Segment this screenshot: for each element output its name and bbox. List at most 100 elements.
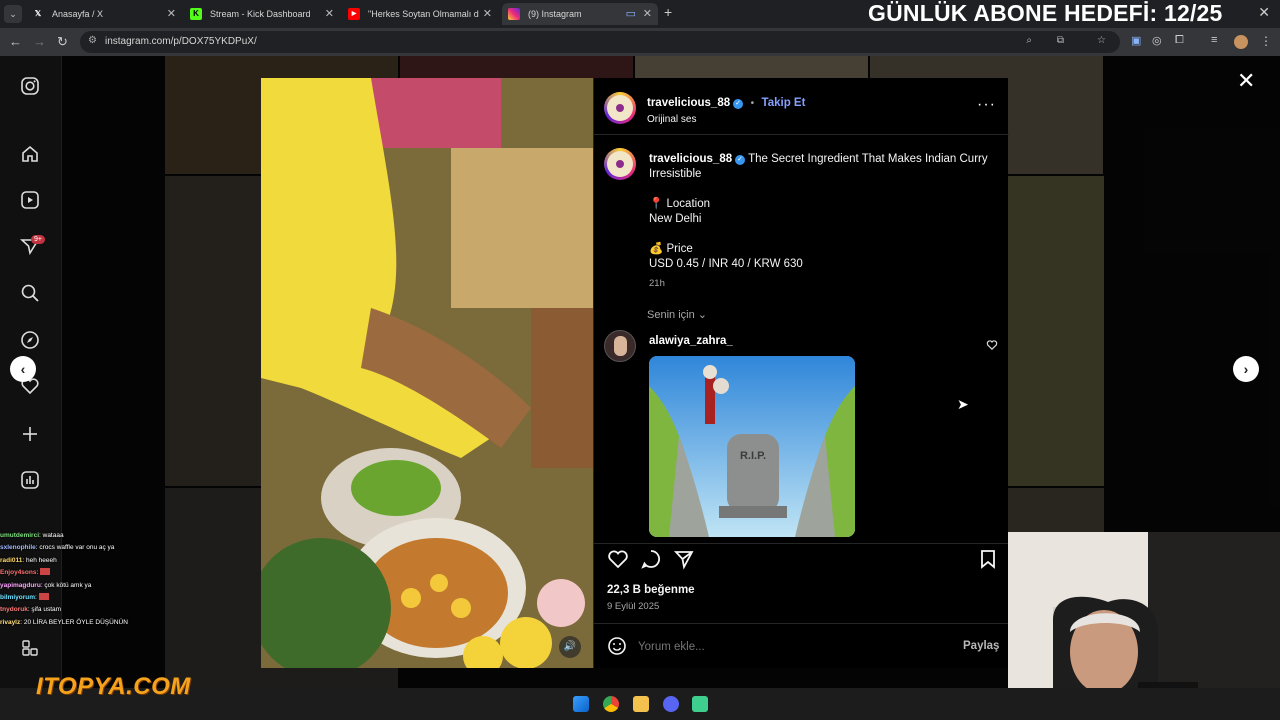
caption-timestamp: 21h bbox=[649, 278, 665, 289]
post-video[interactable] bbox=[261, 78, 593, 668]
tab-x[interactable]: 𝕏 Anasayfa / X ✕ bbox=[26, 3, 182, 25]
tab-label: "Herkes Soytan Olmamalı d bbox=[368, 9, 479, 19]
emote-icon bbox=[40, 568, 51, 576]
tab-instagram[interactable]: (9) Instagram ▭ ✕ bbox=[502, 3, 658, 25]
reload-icon[interactable]: ↻ bbox=[57, 34, 68, 50]
location-value: New Delhi bbox=[649, 213, 702, 225]
comment-like-icon[interactable] bbox=[986, 338, 998, 356]
url-field[interactable]: ⚙ instagram.com/p/DOX75YKDPuX/ ⌕ ⧉ ☆ bbox=[80, 31, 1120, 53]
explore-icon[interactable] bbox=[19, 330, 41, 352]
back-icon[interactable]: ← bbox=[9, 34, 22, 49]
chrome-icon[interactable] bbox=[603, 696, 619, 712]
emote-icon bbox=[38, 593, 49, 601]
chat-line: radi011: heh heeeh bbox=[0, 556, 57, 564]
instagram-logo-icon bbox=[508, 8, 520, 20]
post-comment-button[interactable]: Paylaş bbox=[963, 640, 999, 652]
site-info-icon[interactable]: ⚙ bbox=[88, 35, 97, 46]
search-icon[interactable] bbox=[19, 283, 41, 305]
forward-icon[interactable]: → bbox=[33, 34, 46, 49]
chat-line: rivaylz: 20 LİRA BEYLER ÖYLE DÜŞÜNÜN bbox=[0, 618, 128, 626]
comment-bubble-icon[interactable] bbox=[640, 548, 662, 570]
reels-icon[interactable] bbox=[19, 190, 41, 212]
address-bar-row: ← → ↻ ⚙ instagram.com/p/DOX75YKDPuX/ ⌕ ⧉… bbox=[0, 28, 1280, 56]
caption: travelicious_88 ✓ The Secret Ingredient T… bbox=[649, 152, 994, 291]
sponsor-logo: ITOPYA.COM bbox=[36, 673, 191, 700]
chat-line: sxlenophile: crocs waffle var onu aç ya bbox=[0, 544, 115, 552]
location-label: 📍 Location bbox=[649, 198, 710, 210]
stream-chat-overlay: umutdemirci: wataaa sxlenophile: crocs w… bbox=[0, 530, 170, 629]
extension-icon[interactable]: ▣ bbox=[1131, 34, 1141, 47]
chevron-down-icon: ⌄ bbox=[697, 309, 707, 321]
close-modal-icon[interactable]: ✕ bbox=[1237, 68, 1255, 94]
window-close-icon[interactable]: ✕ bbox=[1258, 4, 1270, 21]
cast-icon: ▭ bbox=[625, 8, 636, 20]
home-icon[interactable] bbox=[19, 144, 41, 166]
app-icon[interactable] bbox=[692, 696, 708, 712]
next-post-button[interactable]: › bbox=[1233, 356, 1259, 382]
menu-kebab-icon[interactable]: ⋮ bbox=[1260, 34, 1272, 48]
file-explorer-icon[interactable] bbox=[633, 696, 649, 712]
verified-badge-icon: ✓ bbox=[733, 99, 744, 109]
divider bbox=[594, 543, 1009, 544]
comment-input[interactable] bbox=[638, 638, 938, 656]
emoji-icon[interactable] bbox=[607, 636, 627, 661]
comment-username[interactable]: alawiya_zahra_ bbox=[649, 335, 733, 347]
windows-start-icon[interactable] bbox=[573, 696, 589, 712]
comment-filter-label: Senin için bbox=[647, 309, 695, 321]
extension-icon-2[interactable]: ◎ bbox=[1152, 34, 1162, 47]
author-username[interactable]: travelicious_88 bbox=[647, 97, 730, 109]
comment-image[interactable]: R.I.P. bbox=[649, 356, 855, 537]
puzzle-icon[interactable]: ⧠ bbox=[1175, 34, 1184, 47]
dashboard-icon[interactable] bbox=[19, 470, 41, 492]
url-text: instagram.com/p/DOX75YKDPuX/ bbox=[105, 36, 257, 47]
save-bookmark-icon[interactable] bbox=[977, 548, 999, 570]
like-count[interactable]: 22,3 B beğenme bbox=[607, 584, 695, 596]
subscriber-goal-overlay: GÜNLÜK ABONE HEDEFİ: 12/25 bbox=[868, 0, 1223, 26]
post-header: travelicious_88 ✓ • Takip Et Orijinal ses bbox=[647, 97, 806, 125]
close-tab-icon[interactable]: ✕ bbox=[325, 3, 334, 25]
mouse-cursor: ➤ bbox=[957, 396, 969, 412]
media-icon[interactable]: ≡ bbox=[1211, 34, 1217, 46]
audio-label[interactable]: Orijinal ses bbox=[647, 114, 805, 125]
tab-label: Anasayfa / X bbox=[52, 9, 104, 19]
tab-label: Stream - Kick Dashboard bbox=[210, 9, 311, 19]
author-avatar[interactable] bbox=[604, 92, 636, 124]
comment-filter-dropdown[interactable]: Senin için ⌄ bbox=[647, 308, 707, 321]
close-tab-icon[interactable]: ✕ bbox=[643, 3, 652, 25]
chat-line: bilmiyorum: bbox=[0, 592, 170, 604]
commenter-avatar[interactable] bbox=[604, 330, 636, 362]
caption-username[interactable]: travelicious_88 bbox=[649, 153, 732, 165]
install-icon[interactable]: ⧉ bbox=[1057, 35, 1064, 46]
tab-youtube[interactable]: ▶ "Herkes Soytan Olmamalı d ✕ bbox=[342, 3, 498, 25]
tab-kick[interactable]: K Stream - Kick Dashboard ✕ bbox=[184, 3, 340, 25]
more-options-icon[interactable]: ··· bbox=[977, 96, 996, 114]
close-tab-icon[interactable]: ✕ bbox=[167, 3, 176, 25]
discord-icon[interactable] bbox=[663, 696, 679, 712]
tab-search-button[interactable]: ⌄ bbox=[4, 5, 22, 23]
create-plus-icon[interactable] bbox=[19, 424, 41, 446]
windows-taskbar bbox=[0, 688, 1280, 720]
follow-button[interactable]: Takip Et bbox=[762, 97, 806, 109]
volume-icon[interactable]: 🔊 bbox=[559, 636, 581, 658]
zoom-icon[interactable]: ⌕ bbox=[1026, 35, 1032, 46]
caption-avatar[interactable] bbox=[604, 148, 636, 180]
profile-avatar[interactable] bbox=[1234, 35, 1248, 49]
share-send-icon[interactable] bbox=[673, 548, 695, 570]
chat-line: yapimagduru: çok kötü amk ya bbox=[0, 581, 92, 589]
chat-line: Enjoy4sons: bbox=[0, 567, 170, 579]
close-tab-icon[interactable]: ✕ bbox=[483, 3, 492, 25]
new-tab-button[interactable]: + bbox=[664, 4, 672, 20]
food-video-frame bbox=[261, 78, 593, 668]
price-value: USD 0.45 / INR 40 / KRW 630 bbox=[649, 258, 803, 270]
instagram-logo-icon[interactable] bbox=[19, 76, 41, 98]
browser-tab-bar: ⌄ 𝕏 Anasayfa / X ✕ K Stream - Kick Dashb… bbox=[0, 0, 1280, 28]
previous-post-button[interactable]: ‹ bbox=[10, 356, 36, 382]
price-label: 💰 Price bbox=[649, 243, 693, 255]
verified-badge-icon: ✓ bbox=[735, 155, 746, 165]
like-heart-icon[interactable] bbox=[607, 548, 629, 570]
post-detail-panel: travelicious_88 ✓ • Takip Et Orijinal ses… bbox=[593, 78, 1009, 668]
divider bbox=[594, 623, 1009, 624]
tab-label: (9) Instagram bbox=[528, 9, 582, 19]
bookmark-star-icon[interactable]: ☆ bbox=[1097, 35, 1106, 46]
more-apps-icon[interactable] bbox=[19, 638, 41, 660]
